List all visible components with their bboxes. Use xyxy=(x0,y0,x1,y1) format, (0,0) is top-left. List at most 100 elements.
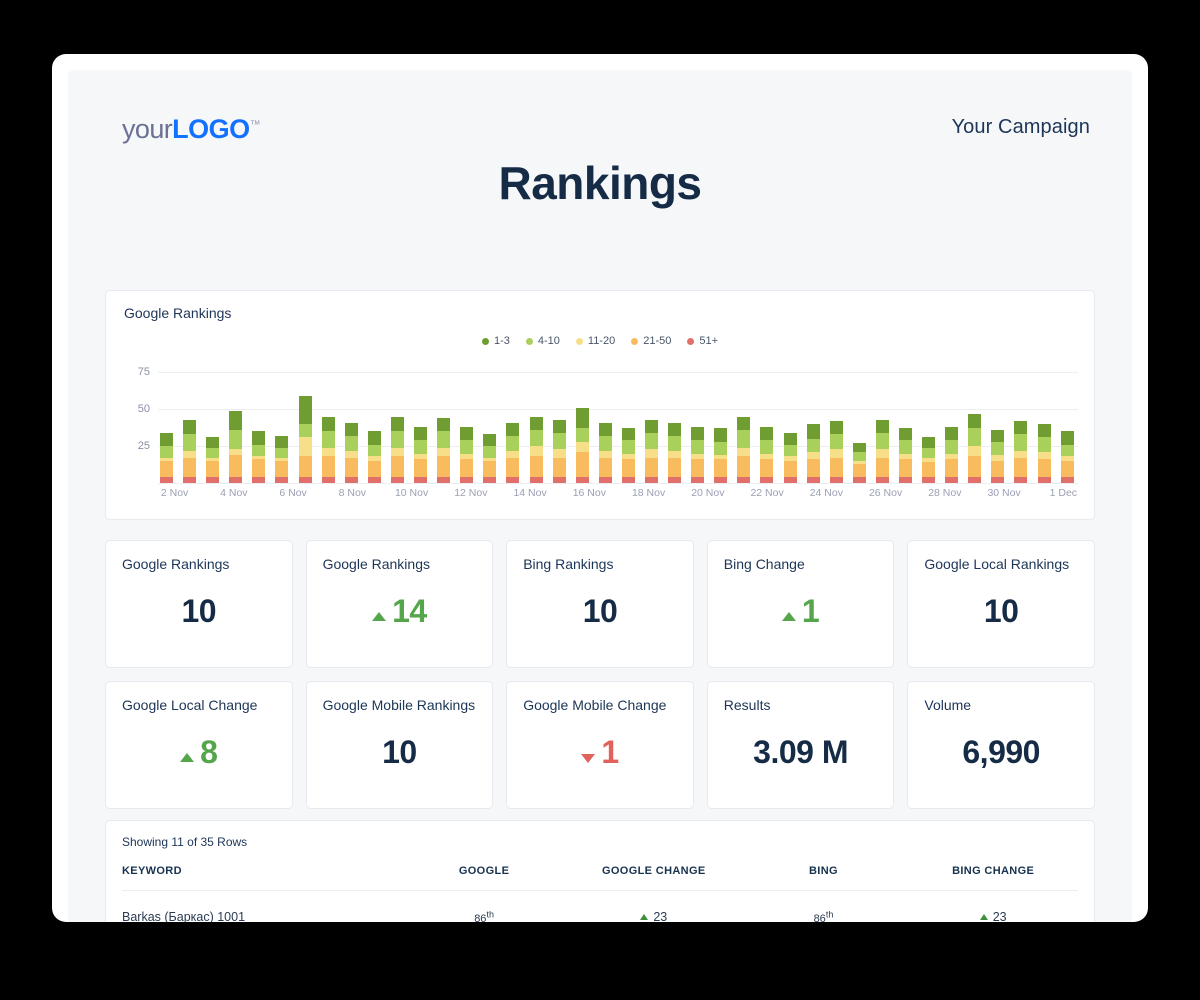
bar-segment-1-3 xyxy=(760,427,773,440)
kpi-card[interactable]: Google Local Change8 xyxy=(105,681,293,809)
legend-swatch-icon xyxy=(631,338,638,345)
chart-bar[interactable] xyxy=(553,420,566,483)
legend-swatch-icon xyxy=(687,338,694,345)
x-axis-tick-label: 8 Nov xyxy=(339,487,366,499)
bar-segment-21-50 xyxy=(530,456,543,477)
bar-segment-4-10 xyxy=(807,439,820,452)
arrow-up-icon xyxy=(372,612,386,621)
x-axis-tick-label: 6 Nov xyxy=(279,487,306,499)
chart-bar[interactable] xyxy=(506,423,519,483)
chart-bar[interactable] xyxy=(691,427,704,483)
legend-item-11-20[interactable]: 11-20 xyxy=(576,335,615,347)
kpi-card[interactable]: Google Local Rankings10 xyxy=(907,540,1095,668)
legend-label: 1-3 xyxy=(494,335,510,347)
bar-segment-4-10 xyxy=(599,436,612,451)
chart-bar[interactable] xyxy=(668,423,681,483)
chart-bar[interactable] xyxy=(760,427,773,483)
change-value: 23 xyxy=(653,910,667,922)
legend-item-51+[interactable]: 51+ xyxy=(687,335,718,347)
bar-segment-1-3 xyxy=(784,433,797,445)
kpi-card[interactable]: Bing Change1 xyxy=(707,540,895,668)
chart-bar[interactable] xyxy=(622,428,635,483)
bar-segment-21-50 xyxy=(576,452,589,477)
table-column-header[interactable]: GOOGLE CHANGE xyxy=(569,865,739,891)
table-column-header[interactable]: BING xyxy=(739,865,909,891)
chart-bar[interactable] xyxy=(252,431,265,483)
kpi-value: 10 xyxy=(908,593,1094,630)
chart-bar[interactable] xyxy=(322,417,335,483)
bar-segment-51+ xyxy=(714,477,727,483)
chart-bar[interactable] xyxy=(853,443,866,483)
kpi-card[interactable]: Google Rankings14 xyxy=(306,540,494,668)
bar-segment-21-50 xyxy=(229,455,242,477)
bar-segment-1-3 xyxy=(460,427,473,440)
chart-bar[interactable] xyxy=(899,428,912,483)
bar-segment-1-3 xyxy=(899,428,912,440)
chart-bar[interactable] xyxy=(414,427,427,483)
chart-bar[interactable] xyxy=(714,428,727,483)
chart-bar[interactable] xyxy=(345,423,358,483)
chart-bar[interactable] xyxy=(229,411,242,483)
chart-bar[interactable] xyxy=(483,434,496,483)
chart-bar[interactable] xyxy=(599,423,612,483)
table-row[interactable]: Barkas (Баркас) 100186th2386th23 xyxy=(122,891,1078,923)
bar-segment-1-3 xyxy=(599,423,612,436)
bar-segment-51+ xyxy=(391,477,404,483)
bar-segment-51+ xyxy=(760,477,773,483)
kpi-card[interactable]: Google Mobile Rankings10 xyxy=(306,681,494,809)
chart-bar[interactable] xyxy=(830,421,843,483)
bar-segment-1-3 xyxy=(968,414,981,429)
chart-bar[interactable] xyxy=(437,418,450,483)
chart-bar[interactable] xyxy=(968,414,981,483)
kpi-card[interactable]: Google Mobile Change1 xyxy=(506,681,694,809)
kpi-card[interactable]: Google Rankings10 xyxy=(105,540,293,668)
bar-segment-1-3 xyxy=(991,430,1004,442)
chart-bar[interactable] xyxy=(530,417,543,483)
chart-bar[interactable] xyxy=(876,420,889,483)
chart-bar[interactable] xyxy=(460,427,473,483)
table-column-header[interactable]: KEYWORD xyxy=(122,865,399,891)
bar-segment-51+ xyxy=(991,477,1004,483)
x-axis-tick-label: 10 Nov xyxy=(395,487,428,499)
chart-bar[interactable] xyxy=(807,424,820,483)
chart-bar[interactable] xyxy=(991,430,1004,483)
chart-bar[interactable] xyxy=(275,436,288,483)
kpi-card[interactable]: Volume6,990 xyxy=(907,681,1095,809)
x-axis-tick-label: 1 Dec xyxy=(1050,487,1077,499)
chart-bar[interactable] xyxy=(206,437,219,483)
bar-segment-21-50 xyxy=(345,458,358,477)
chart-bar[interactable] xyxy=(299,396,312,483)
bar-segment-51+ xyxy=(784,477,797,483)
bar-segment-11-20 xyxy=(1014,451,1027,458)
chart-bar[interactable] xyxy=(1038,424,1051,483)
chart-bar[interactable] xyxy=(576,408,589,483)
kpi-number: 3.09 M xyxy=(753,734,848,771)
kpi-card[interactable]: Bing Rankings10 xyxy=(506,540,694,668)
kpi-value: 6,990 xyxy=(908,734,1094,771)
chart-bar[interactable] xyxy=(1014,421,1027,483)
table-column-header[interactable]: GOOGLE xyxy=(399,865,569,891)
y-axis-tick-label: 25 xyxy=(124,440,150,452)
chart-bar[interactable] xyxy=(645,420,658,483)
legend-item-4-10[interactable]: 4-10 xyxy=(526,335,560,347)
kpi-card[interactable]: Results 3.09 M xyxy=(707,681,895,809)
table-column-header[interactable]: BING CHANGE xyxy=(908,865,1078,891)
legend-item-1-3[interactable]: 1-3 xyxy=(482,335,510,347)
legend-item-21-50[interactable]: 21-50 xyxy=(631,335,671,347)
chart-bar[interactable] xyxy=(160,433,173,483)
chart-bar[interactable] xyxy=(945,427,958,483)
kpi-label: Results xyxy=(724,697,878,713)
chart-bar[interactable] xyxy=(737,417,750,483)
ordinal-suffix: th xyxy=(486,909,494,919)
bar-segment-21-50 xyxy=(945,459,958,477)
logo[interactable]: yourLOGO™ xyxy=(122,114,260,145)
cell-google-change: 23 xyxy=(569,891,739,923)
chart-bar[interactable] xyxy=(922,437,935,483)
chart-bar[interactable] xyxy=(391,417,404,483)
chart-bar[interactable] xyxy=(1061,431,1074,483)
bar-segment-21-50 xyxy=(622,459,635,477)
chart-bar[interactable] xyxy=(368,431,381,483)
bar-segment-4-10 xyxy=(645,433,658,449)
chart-bar[interactable] xyxy=(183,420,196,483)
chart-bar[interactable] xyxy=(784,433,797,483)
